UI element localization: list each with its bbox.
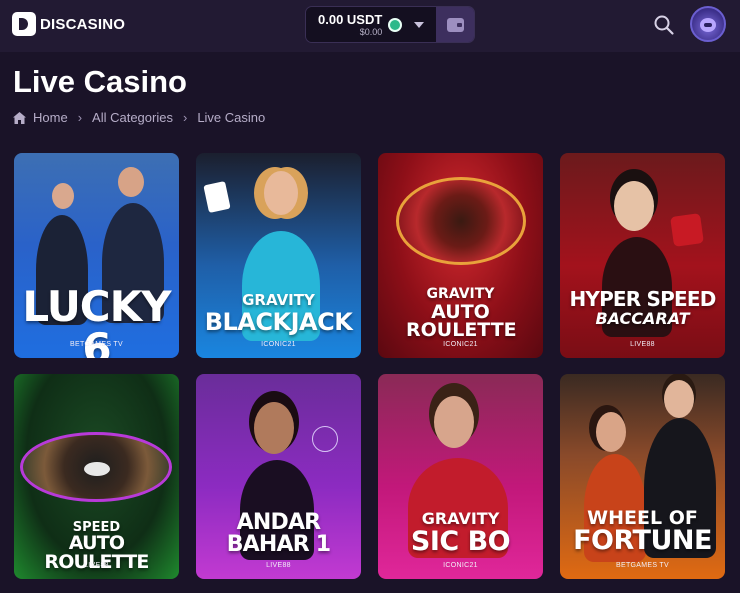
game-card-hyper-speed-baccarat[interactable]: HYPER SPEED BACCARAT LIVE88 xyxy=(560,153,725,358)
search-icon[interactable] xyxy=(653,14,675,36)
game-title-bottom: SIC BO xyxy=(410,526,511,557)
roulette-wheel xyxy=(396,177,526,265)
balance-usd: $0.00 xyxy=(359,26,383,37)
game-title: ANDAR BAHAR 1 xyxy=(226,510,331,557)
cards-icon xyxy=(670,213,704,247)
game-card-gravity-blackjack[interactable]: GRAVITY BLACKJACK ICONIC21 xyxy=(196,153,361,358)
game-card-gravity-sic-bo[interactable]: GRAVITY SIC BO ICONIC21 xyxy=(378,374,543,579)
host-head xyxy=(596,412,626,452)
wallet-icon xyxy=(446,17,464,32)
brand-name: DISCASINO xyxy=(40,15,126,33)
game-card-andar-bahar-1[interactable]: ANDAR BAHAR 1 LIVE88 xyxy=(196,374,361,579)
chevron-down-icon xyxy=(414,21,425,28)
user-avatar[interactable] xyxy=(690,6,726,42)
game-card-gravity-auto-roulette[interactable]: GRAVITY AUTO ROULETTE ICONIC21 xyxy=(378,153,543,358)
dealer-head xyxy=(254,402,294,454)
discasino-logo[interactable]: DISCASINO xyxy=(12,12,125,36)
game-title-top: GRAVITY xyxy=(421,509,500,528)
game-provider: BETGAMES TV xyxy=(70,341,123,348)
game-title-bottom: FORTUNE xyxy=(573,525,712,556)
game-title-bottom: AUTO ROULETTE xyxy=(406,301,517,342)
game-card-wheel-of-fortune[interactable]: WHEEL OF FORTUNE BETGAMES TV xyxy=(560,374,725,579)
host-head xyxy=(118,167,144,197)
breadcrumb-home[interactable]: Home xyxy=(33,110,68,125)
discasino-logo-icon xyxy=(12,12,36,36)
game-provider: LIVE88 xyxy=(84,562,109,569)
balance-selector[interactable]: 0.00 USDT $0.00 xyxy=(306,7,436,42)
tether-coin-icon xyxy=(388,17,403,32)
host-head xyxy=(664,380,694,418)
game-title-top: GRAVITY xyxy=(426,286,495,302)
game-provider: LIVE88 xyxy=(266,562,291,569)
balance-text: 0.00 USDT $0.00 xyxy=(318,13,382,37)
chevron-right-icon: › xyxy=(77,110,83,125)
game-provider: BETGAMES TV xyxy=(616,562,669,569)
game-provider: ICONIC21 xyxy=(261,341,296,348)
wallet-button[interactable] xyxy=(436,7,474,42)
balance-amount: 0.00 USDT xyxy=(318,11,383,27)
dealer-head xyxy=(264,171,298,215)
dealer-head xyxy=(434,396,474,448)
dealer-head xyxy=(614,181,654,231)
game-title-bottom: BLACKJACK xyxy=(204,308,353,336)
top-bar: DISCASINO 0.00 USDT $0.00 xyxy=(0,0,740,52)
game-provider: ICONIC21 xyxy=(443,562,478,569)
roulette-center xyxy=(84,462,110,476)
game-title-top: GRAVITY xyxy=(242,291,315,309)
game-provider: LIVE88 xyxy=(630,341,655,348)
chevron-right-icon: › xyxy=(182,110,188,125)
game-title-bottom: BACCARAT xyxy=(595,309,690,328)
game-card-lucky-6[interactable]: LUCKY 6 BETGAMES TV xyxy=(14,153,179,358)
home-icon xyxy=(13,111,26,124)
game-provider: ICONIC21 xyxy=(443,341,478,348)
breadcrumb-live-casino: Live Casino xyxy=(197,110,266,125)
page-title: Live Casino xyxy=(13,64,187,99)
breadcrumb-all-categories[interactable]: All Categories xyxy=(92,110,173,125)
game-card-speed-auto-roulette[interactable]: SPEED AUTO ROULETTE LIVE88 xyxy=(14,374,179,579)
wallet-widget: 0.00 USDT $0.00 xyxy=(305,6,475,43)
ab-emblem-icon xyxy=(312,426,338,452)
host-head xyxy=(52,183,74,209)
breadcrumb: Home › All Categories › Live Casino xyxy=(12,110,265,125)
game-title-top: HYPER SPEED xyxy=(569,287,716,311)
